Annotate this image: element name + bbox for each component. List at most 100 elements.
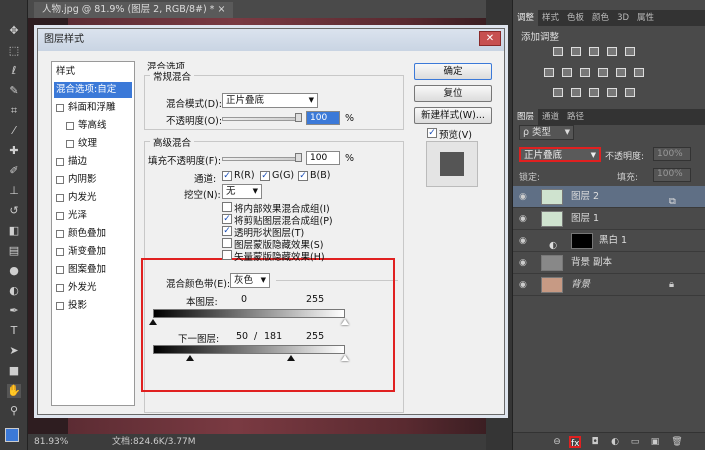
marquee-tool-icon[interactable]: ⬚ xyxy=(7,44,21,58)
style-checkbox[interactable] xyxy=(56,158,64,166)
opacity-slider[interactable] xyxy=(222,113,302,122)
color-balance-icon[interactable] xyxy=(562,68,572,77)
visibility-eye-icon[interactable]: ◉ xyxy=(519,258,529,268)
style-checkbox[interactable] xyxy=(56,194,64,202)
layer-row[interactable]: ◉ 背景 🔒︎ xyxy=(513,274,705,296)
channel-mixer-icon[interactable] xyxy=(616,68,626,77)
tab-adjustments[interactable]: 调整 xyxy=(513,10,539,26)
tab-styles[interactable]: 样式 xyxy=(538,10,563,26)
style-item[interactable]: 内阴影 xyxy=(54,172,132,188)
path-select-tool-icon[interactable]: ➤ xyxy=(7,344,21,358)
zoom-level[interactable]: 81.93% xyxy=(34,434,68,450)
zoom-tool-icon[interactable]: ⚲ xyxy=(7,404,21,418)
fill-input[interactable]: 100% xyxy=(653,168,691,182)
tab-paths[interactable]: 路径 xyxy=(563,109,588,125)
style-item[interactable]: 外发光 xyxy=(54,280,132,296)
layer-name[interactable]: 黑白 1 xyxy=(599,230,627,252)
invert-icon[interactable] xyxy=(553,88,563,97)
style-item[interactable]: 光泽 xyxy=(54,208,132,224)
tab-channels[interactable]: 通道 xyxy=(538,109,563,125)
curves-icon[interactable] xyxy=(589,47,599,56)
visibility-eye-icon[interactable]: ◉ xyxy=(519,280,529,290)
tab-swatches[interactable]: 色板 xyxy=(563,10,588,26)
fill-opacity-slider[interactable] xyxy=(222,153,302,162)
tab-color[interactable]: 颜色 xyxy=(588,10,613,26)
threshold-icon[interactable] xyxy=(589,88,599,97)
blend-mode-select[interactable]: 正片叠底 xyxy=(222,93,318,108)
posterize-icon[interactable] xyxy=(571,88,581,97)
add-mask-icon[interactable]: ◘ xyxy=(589,436,601,448)
style-checkbox[interactable] xyxy=(56,302,64,310)
clone-stamp-tool-icon[interactable]: ⊥ xyxy=(7,184,21,198)
style-item[interactable]: 渐变叠加 xyxy=(54,244,132,260)
style-checkbox[interactable] xyxy=(56,104,64,112)
style-checkbox[interactable] xyxy=(56,230,64,238)
style-item[interactable]: 纹理 xyxy=(54,136,132,152)
healing-brush-tool-icon[interactable]: ✚ xyxy=(7,144,21,158)
style-checkbox[interactable] xyxy=(66,140,74,148)
style-checkbox[interactable] xyxy=(56,212,64,220)
link-layers-icon[interactable]: ⊖ xyxy=(551,436,563,448)
eraser-tool-icon[interactable]: ◧ xyxy=(7,224,21,238)
layer-row[interactable]: ◉ ◐ 黑白 1 xyxy=(513,230,705,252)
style-item[interactable]: 投影 xyxy=(54,298,132,314)
tab-layers[interactable]: 图层 xyxy=(513,109,539,125)
layer-opacity-input[interactable]: 100% xyxy=(653,147,691,161)
tab-close-icon[interactable]: × xyxy=(217,4,225,15)
lasso-tool-icon[interactable]: ℓ xyxy=(7,64,21,78)
hand-tool-icon[interactable]: ✋ xyxy=(7,384,21,398)
style-item[interactable]: 图案叠加 xyxy=(54,262,132,278)
crop-tool-icon[interactable]: ⌗ xyxy=(7,104,21,118)
blend-option-checkbox[interactable] xyxy=(222,238,232,248)
pen-tool-icon[interactable]: ✒ xyxy=(7,304,21,318)
brush-tool-icon[interactable]: ✐ xyxy=(7,164,21,178)
fill-opacity-input[interactable]: 100 xyxy=(306,151,340,165)
gradient-map-icon[interactable] xyxy=(607,88,617,97)
style-checkbox[interactable] xyxy=(66,122,74,130)
knockout-select[interactable]: 无 xyxy=(222,184,262,199)
blend-option-checkbox[interactable] xyxy=(222,202,232,212)
blend-option-checkbox[interactable]: ✓ xyxy=(222,226,232,236)
channel-r-checkbox[interactable]: ✓ xyxy=(222,171,232,181)
blur-tool-icon[interactable]: ● xyxy=(7,264,21,278)
layer-name[interactable]: 背景 副本 xyxy=(571,252,612,274)
history-brush-tool-icon[interactable]: ↺ xyxy=(7,204,21,218)
close-icon[interactable]: ✕ xyxy=(479,31,501,46)
document-tab[interactable]: 人物.jpg @ 81.9% (图层 2, RGB/8#) * × xyxy=(34,2,234,18)
reset-button[interactable]: 复位 xyxy=(414,85,492,102)
channel-g-checkbox[interactable]: ✓ xyxy=(260,171,270,181)
layer-row[interactable]: ◉ 图层 1 xyxy=(513,208,705,230)
preview-checkbox[interactable]: ✓ xyxy=(427,128,437,138)
style-checkbox[interactable] xyxy=(56,176,64,184)
opacity-input[interactable]: 100 xyxy=(306,111,340,125)
gradient-tool-icon[interactable]: ▤ xyxy=(7,244,21,258)
blend-option-checkbox[interactable]: ✓ xyxy=(222,214,232,224)
style-item[interactable]: 混合选项:自定 xyxy=(54,82,132,98)
tab-3d[interactable]: 3D xyxy=(613,10,633,26)
type-tool-icon[interactable]: T xyxy=(7,324,21,338)
layer-filter-select[interactable]: ρ 类型 xyxy=(519,125,574,140)
vibrance-icon[interactable] xyxy=(625,47,635,56)
channel-b-checkbox[interactable]: ✓ xyxy=(298,171,308,181)
visibility-eye-icon[interactable]: ◉ xyxy=(519,192,529,202)
new-style-button[interactable]: 新建样式(W)... xyxy=(414,107,492,124)
style-item[interactable]: 等高线 xyxy=(54,118,132,134)
opacity-slider-knob[interactable] xyxy=(295,113,302,122)
shape-tool-icon[interactable]: ■ xyxy=(7,364,21,378)
tab-properties[interactable]: 属性 xyxy=(633,10,658,26)
layer-name[interactable]: 图层 1 xyxy=(571,208,599,230)
exposure-icon[interactable] xyxy=(607,47,617,56)
layer-blend-mode-select[interactable]: 正片叠底 xyxy=(519,147,601,162)
layer-row[interactable]: ◉ 图层 2 ⧉ xyxy=(513,186,705,208)
hue-saturation-icon[interactable] xyxy=(544,68,554,77)
dodge-tool-icon[interactable]: ◐ xyxy=(7,284,21,298)
style-item[interactable]: 颜色叠加 xyxy=(54,226,132,242)
quick-select-tool-icon[interactable]: ✎ xyxy=(7,84,21,98)
selective-color-icon[interactable] xyxy=(625,88,635,97)
new-group-icon[interactable]: ▭ xyxy=(629,436,641,448)
foreground-color-swatch[interactable] xyxy=(5,428,19,442)
layer-name[interactable]: 背景 xyxy=(571,274,590,296)
black-white-icon[interactable] xyxy=(580,68,590,77)
style-checkbox[interactable] xyxy=(56,284,64,292)
style-checkbox[interactable] xyxy=(56,248,64,256)
